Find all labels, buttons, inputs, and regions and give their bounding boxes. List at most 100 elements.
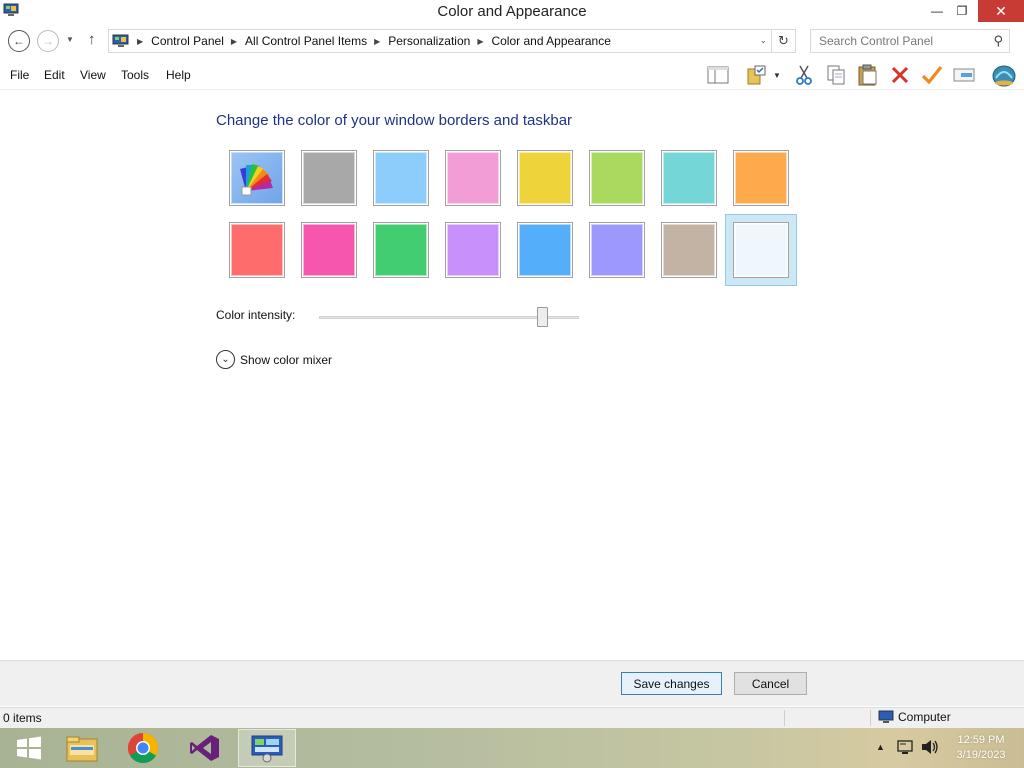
color-swatch-frost[interactable] bbox=[726, 215, 796, 285]
layout-pane-icon[interactable] bbox=[706, 63, 730, 87]
breadcrumb-control-panel[interactable]: Control Panel bbox=[151, 34, 224, 48]
search-icon: ⚲ bbox=[993, 33, 1003, 48]
clock-date: 3/19/2023 bbox=[956, 749, 1006, 761]
paste-icon[interactable] bbox=[856, 63, 880, 87]
status-bar: 0 items Computer bbox=[0, 707, 1024, 728]
visual-studio-icon bbox=[190, 735, 219, 761]
search-placeholder: Search Control Panel bbox=[819, 34, 934, 48]
chevron-right-icon: ▶ bbox=[137, 36, 144, 46]
title-bar: Color and Appearance — ❐ ✕ bbox=[0, 0, 1024, 24]
menu-help[interactable]: Help bbox=[166, 68, 191, 82]
check-icon[interactable] bbox=[920, 63, 944, 87]
status-divider bbox=[784, 710, 785, 726]
search-input[interactable]: Search Control Panel ⚲ bbox=[810, 29, 1010, 53]
address-bar[interactable]: ▶ Control Panel ▶ All Control Panel Item… bbox=[108, 29, 772, 53]
swatch-fill bbox=[375, 152, 427, 204]
breadcrumb-all-items[interactable]: All Control Panel Items bbox=[245, 34, 367, 48]
color-swatch-automatic[interactable] bbox=[229, 150, 285, 206]
folder-properties-icon[interactable] bbox=[745, 63, 769, 87]
rename-icon[interactable] bbox=[952, 63, 976, 87]
swatch-fill bbox=[519, 152, 571, 204]
status-location-label: Computer bbox=[898, 710, 951, 724]
color-swatch-teal[interactable] bbox=[661, 150, 717, 206]
window-title: Color and Appearance bbox=[437, 3, 587, 20]
chrome-icon bbox=[127, 733, 159, 764]
breadcrumb-personalization[interactable]: Personalization bbox=[388, 34, 470, 48]
recent-locations-dropdown[interactable]: ▼ bbox=[66, 35, 74, 44]
cancel-button[interactable]: Cancel bbox=[734, 672, 807, 695]
restore-button[interactable]: ❐ bbox=[948, 0, 976, 22]
chevron-right-icon: ▶ bbox=[374, 36, 381, 46]
color-swatch-taupe[interactable] bbox=[661, 222, 717, 278]
menu-view[interactable]: View bbox=[80, 68, 106, 82]
back-button[interactable]: ← bbox=[8, 30, 30, 52]
color-palette-icon bbox=[240, 164, 273, 196]
save-changes-button[interactable]: Save changes bbox=[621, 672, 722, 695]
chevron-down-icon: ⌄ bbox=[216, 350, 235, 369]
chevron-down-icon[interactable]: ▼ bbox=[770, 63, 784, 87]
item-count: 0 items bbox=[3, 711, 42, 725]
forward-button[interactable]: → bbox=[37, 30, 59, 52]
color-intensity-label: Color intensity: bbox=[216, 308, 296, 322]
clock-time: 12:59 PM bbox=[957, 734, 1005, 746]
delete-icon[interactable] bbox=[888, 63, 912, 87]
chevron-right-icon: ▶ bbox=[477, 36, 484, 46]
start-icon bbox=[17, 736, 41, 760]
color-swatch-violet[interactable] bbox=[445, 222, 501, 278]
show-color-mixer-toggle[interactable]: ⌄ Show color mixer bbox=[216, 350, 332, 369]
color-intensity-thumb[interactable] bbox=[536, 307, 548, 327]
menu-bar: File Edit View Tools Help ▼ bbox=[0, 60, 1024, 90]
taskbar-control-panel[interactable] bbox=[238, 729, 296, 767]
shell-icon[interactable] bbox=[990, 63, 1018, 87]
taskbar-clock[interactable]: 12:59 PM 3/19/2023 bbox=[950, 733, 1012, 763]
cut-icon[interactable] bbox=[792, 63, 816, 87]
menu-edit[interactable]: Edit bbox=[44, 68, 65, 82]
control-panel-icon bbox=[112, 34, 129, 47]
color-swatch-pink[interactable] bbox=[445, 150, 501, 206]
start-button[interactable] bbox=[0, 729, 58, 767]
volume-icon[interactable] bbox=[920, 738, 940, 759]
color-swatch-periwinkle[interactable] bbox=[589, 222, 645, 278]
color-swatch-gray[interactable] bbox=[301, 150, 357, 206]
color-swatch-sky-blue[interactable] bbox=[373, 150, 429, 206]
taskbar-chrome[interactable] bbox=[114, 729, 172, 767]
computer-icon bbox=[878, 710, 894, 723]
dialog-footer: Save changes Cancel bbox=[0, 660, 1024, 706]
menu-file[interactable]: File bbox=[10, 68, 29, 82]
swatch-fill bbox=[231, 152, 283, 204]
close-button[interactable]: ✕ bbox=[978, 0, 1024, 22]
taskbar-visual-studio[interactable] bbox=[176, 729, 234, 767]
network-icon[interactable] bbox=[896, 738, 914, 759]
arrow-right-icon: → bbox=[42, 34, 54, 48]
minimize-button[interactable]: — bbox=[923, 0, 951, 22]
color-swatch-orange[interactable] bbox=[733, 150, 789, 206]
status-location: Computer bbox=[878, 710, 951, 724]
swatch-fill bbox=[663, 152, 715, 204]
taskbar: ▲ 12:59 PM 3/19/2023 bbox=[0, 728, 1024, 768]
navigation-bar: ← → ▼ ↑ ▶ Control Panel ▶ All Control Pa… bbox=[0, 27, 1024, 55]
swatch-fill bbox=[375, 224, 427, 276]
show-hidden-icons-button[interactable]: ▲ bbox=[876, 742, 885, 752]
refresh-icon: ↻ bbox=[778, 33, 789, 48]
chevron-right-icon: ▶ bbox=[230, 36, 238, 46]
breadcrumb-color-appearance[interactable]: Color and Appearance bbox=[491, 34, 610, 48]
file-explorer-icon bbox=[66, 736, 98, 762]
color-swatch-magenta[interactable] bbox=[301, 222, 357, 278]
color-swatch-green[interactable] bbox=[373, 222, 429, 278]
status-divider bbox=[870, 710, 871, 726]
color-swatch-yellow[interactable] bbox=[517, 150, 573, 206]
taskbar-file-explorer[interactable] bbox=[53, 729, 111, 767]
swatch-fill bbox=[303, 224, 355, 276]
up-button[interactable]: ↑ bbox=[88, 31, 96, 48]
color-swatch-blue[interactable] bbox=[517, 222, 573, 278]
control-panel-icon bbox=[251, 735, 283, 763]
color-swatch-lime[interactable] bbox=[589, 150, 645, 206]
chevron-down-icon[interactable]: ⌄ bbox=[759, 35, 767, 46]
refresh-button[interactable]: ↻ bbox=[772, 29, 796, 53]
copy-icon[interactable] bbox=[824, 63, 848, 87]
color-swatch-red[interactable] bbox=[229, 222, 285, 278]
breadcrumb: ▶ Control Panel ▶ All Control Panel Item… bbox=[130, 34, 611, 48]
swatch-fill bbox=[591, 152, 643, 204]
swatch-fill bbox=[519, 224, 571, 276]
menu-tools[interactable]: Tools bbox=[121, 68, 149, 82]
